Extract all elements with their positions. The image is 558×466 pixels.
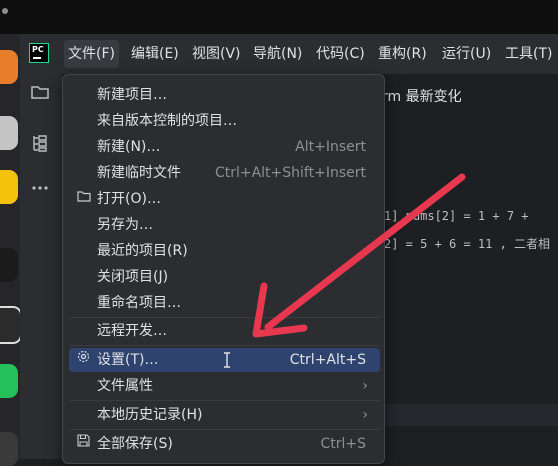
menu-item-save-as[interactable]: 另存为…: [69, 213, 380, 237]
menu-item-label: 新建项目…: [97, 87, 167, 103]
menu-item-close-project[interactable]: 关闭项目(J): [69, 265, 380, 289]
menu-item-new-project[interactable]: 新建项目…: [69, 83, 380, 107]
menu-code[interactable]: 代码(C): [312, 40, 369, 68]
dock-app-icon[interactable]: [0, 248, 18, 282]
menu-item-label: 另存为…: [97, 217, 153, 233]
os-top-bar: [0, 0, 558, 34]
menu-item-label: 全部保存(S): [97, 436, 173, 452]
menu-item-file-properties[interactable]: 文件属性 ›: [69, 374, 380, 398]
menu-item-new-scratch-file[interactable]: 新建临时文件 Ctrl+Alt+Shift+Insert: [69, 161, 380, 185]
menu-file[interactable]: 文件(F): [64, 40, 119, 68]
code-line: 2] = 5 + 6 = 11 , 二者相: [384, 237, 551, 251]
menu-item-label: 最近的项目(R): [97, 243, 188, 259]
menu-item-label: 文件属性: [97, 378, 153, 394]
menu-edit[interactable]: 编辑(E): [127, 40, 183, 68]
dock-app-icon[interactable]: [0, 432, 18, 466]
project-folder-icon[interactable]: [30, 84, 50, 104]
menu-separator: [69, 429, 380, 430]
menu-item-local-history[interactable]: 本地历史记录(H) ›: [69, 403, 380, 427]
menu-item-open[interactable]: 打开(O)…: [69, 187, 380, 211]
dock-app-files-icon[interactable]: [0, 116, 18, 150]
dock-app-pycharm-icon[interactable]: [0, 170, 18, 204]
gear-icon: [77, 348, 90, 372]
menu-item-shortcut: Ctrl+Alt+Shift+Insert: [214, 165, 366, 181]
menu-item-label: 重命名项目…: [97, 295, 181, 311]
chevron-right-icon: ›: [362, 407, 368, 423]
menu-item-new[interactable]: 新建(N)… Alt+Insert: [69, 135, 380, 159]
logo-text: PC: [32, 45, 44, 54]
menu-run[interactable]: 运行(U): [438, 40, 495, 68]
save-icon: [77, 432, 90, 456]
menu-navigate[interactable]: 导航(N): [249, 40, 306, 68]
menu-item-shortcut: Ctrl+S: [320, 436, 366, 452]
menu-item-remote-development[interactable]: 远程开发…: [69, 319, 380, 343]
menu-item-shortcut: Ctrl+Alt+S: [289, 352, 366, 368]
status-dot: [2, 8, 8, 14]
editor-tab-title[interactable]: rm 最新变化: [382, 86, 462, 106]
structure-icon[interactable]: [30, 134, 50, 154]
file-menu-dropdown: 新建项目… 来自版本控制的项目… 新建(N)… Alt+Insert 新建临时文…: [62, 74, 385, 464]
menu-item-label: 关闭项目(J): [97, 269, 169, 285]
menu-item-label: 新建临时文件: [97, 165, 181, 181]
code-line: 1] nums[2] = 1 + 7 +: [384, 209, 529, 223]
menu-item-label: 新建(N)…: [97, 139, 161, 155]
menu-item-rename-project[interactable]: 重命名项目…: [69, 291, 380, 315]
menu-item-label: 本地历史记录(H): [97, 407, 203, 423]
chevron-right-icon: ›: [362, 378, 368, 394]
text-cursor-icon: [222, 352, 232, 372]
menu-separator: [69, 317, 380, 318]
menu-item-label: 打开(O)…: [97, 191, 161, 207]
menu-item-label: 来自版本控制的项目…: [97, 113, 237, 129]
menu-item-project-from-vcs[interactable]: 来自版本控制的项目…: [69, 109, 380, 133]
menu-separator: [69, 400, 380, 401]
pycharm-logo-icon[interactable]: PC: [29, 43, 49, 63]
menu-item-save-all[interactable]: 全部保存(S) Ctrl+S: [69, 432, 380, 456]
menu-item-recent-projects[interactable]: 最近的项目(R) ›: [69, 239, 380, 263]
dock-app-firefox-icon[interactable]: [0, 50, 18, 84]
folder-icon: [77, 187, 91, 211]
tool-window-bar: [20, 34, 63, 459]
main-menu-bar: PC 文件(F) 编辑(E) 视图(V) 导航(N) 代码(C) 重构(R) 运…: [20, 34, 558, 74]
chevron-right-icon: ›: [362, 243, 368, 259]
menu-separator: [69, 345, 380, 346]
menu-item-label: 设置(T)…: [97, 352, 159, 368]
menu-item-label: 远程开发…: [97, 323, 167, 339]
dock-app-chat-icon[interactable]: [0, 364, 18, 398]
menu-view[interactable]: 视图(V): [188, 40, 245, 68]
more-tools-icon[interactable]: [30, 176, 50, 196]
menu-refactor[interactable]: 重构(R): [374, 40, 431, 68]
menu-item-shortcut: Alt+Insert: [295, 139, 366, 155]
menu-tools[interactable]: 工具(T): [501, 40, 556, 68]
dock-app-github-icon[interactable]: [0, 306, 22, 344]
os-dock: [0, 34, 22, 466]
